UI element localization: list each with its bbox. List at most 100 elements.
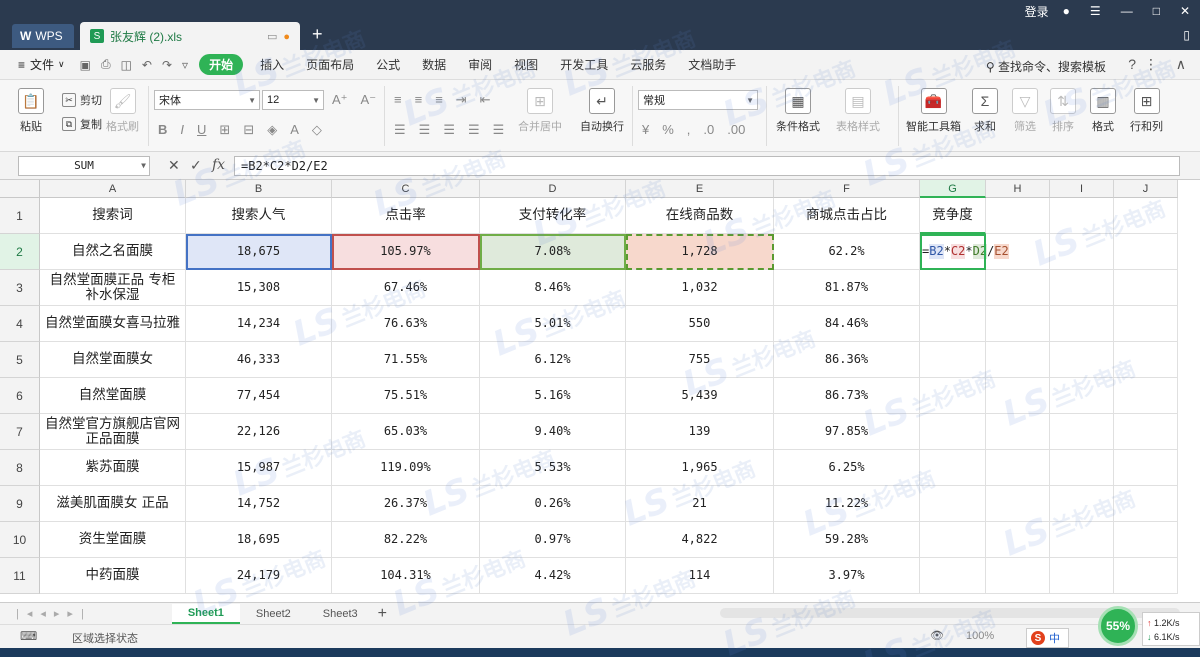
value-cell[interactable]: 82.22% bbox=[332, 522, 480, 558]
keyword-cell[interactable]: 自然之名面膜 bbox=[40, 234, 186, 270]
empty-cell[interactable] bbox=[1114, 522, 1178, 558]
minimize-icon[interactable]: — bbox=[1121, 4, 1133, 18]
row-header-10[interactable]: 10 bbox=[0, 522, 40, 558]
value-cell[interactable]: 15,987 bbox=[186, 450, 332, 486]
file-tab[interactable]: S 张友辉 (2).xls ▭ ● bbox=[80, 22, 300, 50]
align-bottom-icon[interactable]: ≡ bbox=[435, 92, 443, 108]
filter-button[interactable]: ▽ 筛选 bbox=[1012, 88, 1038, 134]
value-cell[interactable]: 71.55% bbox=[332, 342, 480, 378]
header-cell[interactable]: 支付转化率 bbox=[480, 198, 626, 234]
empty-cell[interactable] bbox=[1050, 486, 1114, 522]
value-cell[interactable]: 59.28% bbox=[774, 522, 920, 558]
empty-cell[interactable] bbox=[920, 378, 986, 414]
zoom-level[interactable]: 100% bbox=[966, 630, 994, 642]
column-header-d[interactable]: D bbox=[480, 180, 626, 198]
redo-icon[interactable]: ↷ bbox=[162, 58, 172, 72]
fill-color-icon[interactable]: ◈ bbox=[267, 122, 277, 138]
currency-icon[interactable]: ¥ bbox=[642, 122, 649, 137]
italic-icon[interactable]: I bbox=[180, 122, 184, 138]
value-cell[interactable]: 104.31% bbox=[332, 558, 480, 594]
header-cell[interactable]: 竞争度 bbox=[920, 198, 986, 234]
number-format-select[interactable]: 常规 ▼ bbox=[638, 90, 758, 110]
wps-app-tab[interactable]: W WPS bbox=[12, 24, 74, 48]
font-name-select[interactable]: 宋体 ▼ bbox=[154, 90, 260, 110]
empty-cell[interactable] bbox=[920, 306, 986, 342]
menu-tab-page-layout[interactable]: 页面布局 bbox=[306, 56, 354, 73]
percent-icon[interactable]: % bbox=[662, 122, 674, 137]
borders-icon[interactable]: ⊞ bbox=[219, 122, 230, 138]
empty-cell[interactable] bbox=[1050, 234, 1114, 270]
value-cell[interactable]: 75.51% bbox=[332, 378, 480, 414]
empty-cell[interactable] bbox=[986, 378, 1050, 414]
row-header-11[interactable]: 11 bbox=[0, 558, 40, 594]
header-cell[interactable]: 搜索词 bbox=[40, 198, 186, 234]
underline-icon[interactable]: U bbox=[197, 122, 206, 138]
cut-button[interactable]: ✂ 剪切 bbox=[62, 92, 102, 108]
value-cell[interactable]: 1,728 bbox=[626, 234, 774, 270]
value-cell[interactable]: 76.63% bbox=[332, 306, 480, 342]
row-header-6[interactable]: 6 bbox=[0, 378, 40, 414]
empty-cell[interactable] bbox=[1114, 234, 1178, 270]
row-header-9[interactable]: 9 bbox=[0, 486, 40, 522]
align-left-icon[interactable]: ☰ bbox=[394, 122, 406, 138]
smart-toolbox-button[interactable]: 🧰 智能工具箱 bbox=[906, 88, 961, 134]
decrease-font-icon[interactable]: A⁻ bbox=[361, 92, 377, 108]
help-icon[interactable]: ? bbox=[1128, 56, 1136, 72]
column-header-j[interactable]: J bbox=[1114, 180, 1178, 198]
value-cell[interactable]: 5.01% bbox=[480, 306, 626, 342]
empty-cell[interactable] bbox=[1114, 486, 1178, 522]
value-cell[interactable]: 18,675 bbox=[186, 234, 332, 270]
value-cell[interactable]: 119.09% bbox=[332, 450, 480, 486]
confirm-formula-icon[interactable]: ✓ bbox=[190, 157, 202, 174]
sheet-tab-2[interactable]: Sheet2 bbox=[240, 604, 307, 624]
menu-tab-view[interactable]: 视图 bbox=[514, 56, 538, 73]
empty-cell[interactable] bbox=[920, 450, 986, 486]
empty-cell[interactable] bbox=[1114, 414, 1178, 450]
column-header-e[interactable]: E bbox=[626, 180, 774, 198]
justify-icon[interactable]: ☰ bbox=[468, 122, 480, 138]
bold-icon[interactable]: B bbox=[158, 122, 167, 138]
eye-icon[interactable]: 👁 bbox=[930, 629, 944, 642]
align-middle-icon[interactable]: ≡ bbox=[415, 92, 423, 108]
row-header-2[interactable]: 2 bbox=[0, 234, 40, 270]
empty-cell[interactable] bbox=[986, 450, 1050, 486]
align-top-icon[interactable]: ≡ bbox=[394, 92, 402, 108]
sheet-nav-icons[interactable]: |◂◂▸▸| bbox=[16, 607, 92, 620]
value-cell[interactable]: 5.53% bbox=[480, 450, 626, 486]
rows-cols-button[interactable]: ⊞ 行和列 bbox=[1130, 88, 1163, 134]
value-cell[interactable]: 62.2% bbox=[774, 234, 920, 270]
menu-tab-formulas[interactable]: 公式 bbox=[376, 56, 400, 73]
paste-button[interactable]: 📋 粘贴 bbox=[18, 88, 44, 134]
font-color-icon[interactable]: A bbox=[290, 122, 299, 138]
empty-cell[interactable] bbox=[1050, 450, 1114, 486]
cancel-formula-icon[interactable]: ✕ bbox=[168, 157, 180, 174]
column-header-c[interactable]: C bbox=[332, 180, 480, 198]
menu-tab-review[interactable]: 审阅 bbox=[468, 56, 492, 73]
value-cell[interactable]: 26.37% bbox=[332, 486, 480, 522]
empty-cell[interactable] bbox=[986, 558, 1050, 594]
menu-tab-cloud[interactable]: 云服务 bbox=[630, 56, 666, 73]
value-cell[interactable]: 97.85% bbox=[774, 414, 920, 450]
empty-cell[interactable] bbox=[986, 486, 1050, 522]
tab-window-icon[interactable]: ▭ ● bbox=[267, 30, 290, 43]
column-header-a[interactable]: A bbox=[40, 180, 186, 198]
value-cell[interactable]: 14,234 bbox=[186, 306, 332, 342]
header-cell[interactable]: 搜索人气 bbox=[186, 198, 332, 234]
empty-cell[interactable] bbox=[920, 486, 986, 522]
row-header-3[interactable]: 3 bbox=[0, 270, 40, 306]
add-sheet-button[interactable]: + bbox=[378, 605, 387, 623]
value-cell[interactable]: 114 bbox=[626, 558, 774, 594]
value-cell[interactable]: 22,126 bbox=[186, 414, 332, 450]
insert-function-icon[interactable]: fx bbox=[212, 157, 225, 173]
empty-cell[interactable] bbox=[1050, 522, 1114, 558]
column-header-g[interactable]: G bbox=[920, 180, 986, 198]
value-cell[interactable]: 84.46% bbox=[774, 306, 920, 342]
skin-icon[interactable]: ☰ bbox=[1090, 4, 1101, 18]
maximize-icon[interactable]: □ bbox=[1153, 4, 1160, 18]
value-cell[interactable]: 24,179 bbox=[186, 558, 332, 594]
keyword-cell[interactable]: 中药面膜 bbox=[40, 558, 186, 594]
value-cell[interactable]: 1,965 bbox=[626, 450, 774, 486]
row-header-5[interactable]: 5 bbox=[0, 342, 40, 378]
row-header-1[interactable]: 1 bbox=[0, 198, 40, 234]
value-cell[interactable]: 3.97% bbox=[774, 558, 920, 594]
